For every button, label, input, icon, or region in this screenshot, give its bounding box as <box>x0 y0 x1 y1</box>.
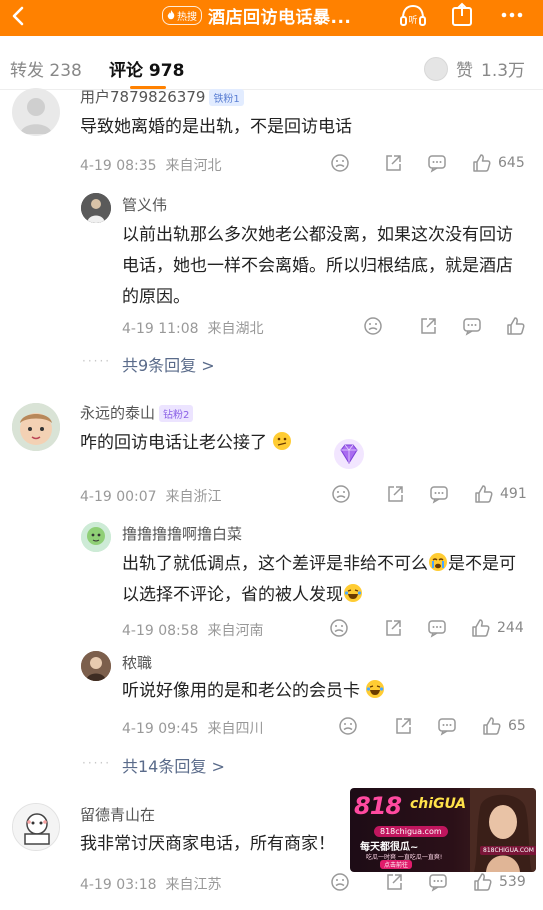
laughing-emoji-icon <box>366 680 385 698</box>
more-replies-link[interactable]: 共9条回复 > <box>122 352 215 376</box>
ad-tag: 818CHIGUA.COM <box>480 846 536 855</box>
dislike-icon[interactable] <box>330 872 350 892</box>
reply-username[interactable]: 撸撸撸撸啊撸白菜 <box>122 523 242 544</box>
comment-meta: 4-19 00:07 来自浙江 <box>80 489 222 505</box>
reply-meta: 4-19 08:58 来自河南 <box>122 623 264 639</box>
share-icon[interactable] <box>383 153 403 173</box>
dislike-icon[interactable] <box>330 153 350 173</box>
like-icon[interactable] <box>482 716 502 736</box>
comment-text: 我非常讨厌商家电话，所有商家！ <box>80 834 335 854</box>
dislike-icon[interactable] <box>338 716 358 736</box>
ad-banner[interactable]: 818 chiGUA 818chigua.com 每天都很瓜~ 吃瓜一时爽 一直… <box>350 788 536 872</box>
like-count: 491 <box>500 486 527 502</box>
ad-slogan: 每天都很瓜~ <box>360 842 419 853</box>
reply-username[interactable]: 管义伟 <box>122 194 167 215</box>
hot-search-title[interactable]: 热搜 酒店回访电话暴... <box>162 4 352 28</box>
reply-meta: 4-19 11:08 来自湖北 <box>122 321 264 337</box>
comment-icon[interactable] <box>462 316 482 336</box>
share-icon[interactable] <box>383 618 403 638</box>
ad-logo-sub: chiGUA <box>410 796 467 812</box>
share-icon[interactable] <box>447 2 477 28</box>
listen-icon[interactable]: 听 <box>398 2 428 28</box>
like-icon[interactable] <box>474 484 494 504</box>
comment-icon[interactable] <box>437 716 457 736</box>
reply-text: 以前出轨那么多次她老公都没离，如果这次没有回访电话，她也一样不会离婚。所以归根结… <box>122 225 513 307</box>
tabs-bar: 转发 238 评论 978 赞 1.3万 <box>0 36 543 90</box>
like-icon[interactable] <box>472 153 492 173</box>
share-icon[interactable] <box>393 716 413 736</box>
ad-button[interactable]: 点击前往 <box>380 860 413 869</box>
ad-logo: 818 <box>354 792 402 820</box>
thinking-emoji-icon <box>273 432 292 450</box>
reply-divider: ····· <box>82 756 112 770</box>
dislike-icon[interactable] <box>329 618 349 638</box>
hot-badge-label: 热搜 <box>177 11 197 23</box>
like-count: 645 <box>498 155 525 171</box>
like-icon[interactable] <box>473 872 493 892</box>
comment-text: 导致她离婚的是出轨，不是回访电话 <box>80 117 352 137</box>
dislike-icon[interactable] <box>363 316 383 336</box>
laughing-emoji-icon <box>344 584 362 602</box>
dislike-icon[interactable] <box>331 484 351 504</box>
like-label: 赞 <box>456 61 473 81</box>
page-title: 酒店回访电话暴... <box>208 7 352 28</box>
comment-username[interactable]: 永远的泰山 钻粉2 <box>80 402 194 423</box>
reply-meta: 4-19 09:45 来自四川 <box>122 721 264 737</box>
comment-text: 咋的回访电话让老公接了 <box>80 428 292 459</box>
comment-icon[interactable] <box>427 618 447 638</box>
diamond-sticker-icon <box>334 439 364 469</box>
comment-icon[interactable] <box>429 484 449 504</box>
like-icon[interactable] <box>471 618 491 638</box>
like-count: 244 <box>497 620 524 636</box>
tab-comment-count: 978 <box>148 61 185 81</box>
tab-repost[interactable]: 转发 238 <box>10 56 82 81</box>
avatar[interactable] <box>12 403 60 451</box>
comment-meta: 4-19 08:35 来自河北 <box>80 158 222 174</box>
comment-icon[interactable] <box>428 872 448 892</box>
ad-portrait-image <box>470 788 536 872</box>
avatar[interactable] <box>81 193 111 223</box>
avatar[interactable] <box>12 803 60 851</box>
comment-username[interactable]: 留德青山在 <box>80 804 155 825</box>
comment-meta: 4-19 03:18 来自江苏 <box>80 877 222 893</box>
avatar[interactable] <box>12 88 60 136</box>
flame-icon <box>167 10 175 20</box>
svg-text:听: 听 <box>408 15 417 26</box>
reply-text: 出轨了就低调点，这个差评是非给不可么 是不是可以选择不评论，省的被人发现 <box>122 553 516 605</box>
more-replies-link[interactable]: 共14条回复 > <box>122 753 225 777</box>
share-icon[interactable] <box>385 484 405 504</box>
fan-badge: 铁粉1 <box>209 89 244 106</box>
reply-text: 听说好像用的是和老公的会员卡 <box>122 676 385 707</box>
tab-comment-label: 评论 <box>109 61 143 81</box>
like-count: 539 <box>499 874 526 890</box>
tab-comment[interactable]: 评论 978 <box>109 56 184 81</box>
back-icon[interactable] <box>8 4 30 28</box>
ad-site: 818chigua.com <box>374 826 448 837</box>
hot-badge: 热搜 <box>162 5 202 25</box>
avatar[interactable] <box>81 522 111 552</box>
like-total[interactable]: 赞 1.3万 <box>424 56 525 81</box>
share-icon[interactable] <box>384 872 404 892</box>
like-icon[interactable] <box>506 316 526 336</box>
crying-emoji-icon <box>429 553 447 571</box>
share-icon[interactable] <box>418 316 438 336</box>
tab-repost-label: 转发 <box>10 61 44 81</box>
comment-icon[interactable] <box>427 153 447 173</box>
comment-username[interactable]: 用户7879826379 铁粉1 <box>80 86 244 107</box>
avatar[interactable] <box>81 651 111 681</box>
liker-avatar <box>424 56 448 81</box>
fan-badge: 钻粉2 <box>159 405 194 422</box>
top-bar: 热搜 酒店回访电话暴... 听 <box>0 0 543 36</box>
like-count: 65 <box>508 718 526 734</box>
reply-divider: ····· <box>82 354 112 368</box>
reply-username[interactable]: 秾職 <box>122 652 152 673</box>
tab-repost-count: 238 <box>49 61 82 81</box>
more-icon[interactable] <box>497 2 527 28</box>
like-count: 1.3万 <box>481 61 526 81</box>
